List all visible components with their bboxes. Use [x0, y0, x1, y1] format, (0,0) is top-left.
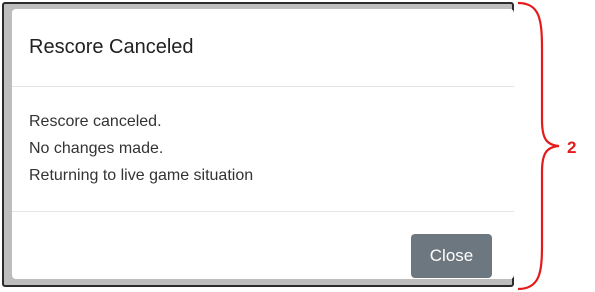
annotation-number: 2 [567, 138, 577, 157]
modal-backdrop: Rescore Canceled Rescore canceled. No ch… [2, 2, 514, 287]
dialog-message-line: Returning to live game situation [29, 167, 254, 184]
screenshot-stage: Rescore Canceled Rescore canceled. No ch… [0, 0, 595, 292]
dialog-message-line: Rescore canceled. [29, 113, 162, 130]
annotation-brace-icon [517, 1, 560, 291]
dialog-footer: Close [12, 212, 514, 279]
dialog-message-line: No changes made. [29, 140, 164, 157]
close-button[interactable]: Close [411, 234, 492, 278]
dialog-title: Rescore Canceled [29, 36, 194, 58]
rescore-canceled-dialog: Rescore Canceled Rescore canceled. No ch… [12, 9, 514, 279]
dialog-body: Rescore canceled. No changes made. Retur… [12, 87, 514, 212]
dialog-header: Rescore Canceled [12, 9, 514, 87]
